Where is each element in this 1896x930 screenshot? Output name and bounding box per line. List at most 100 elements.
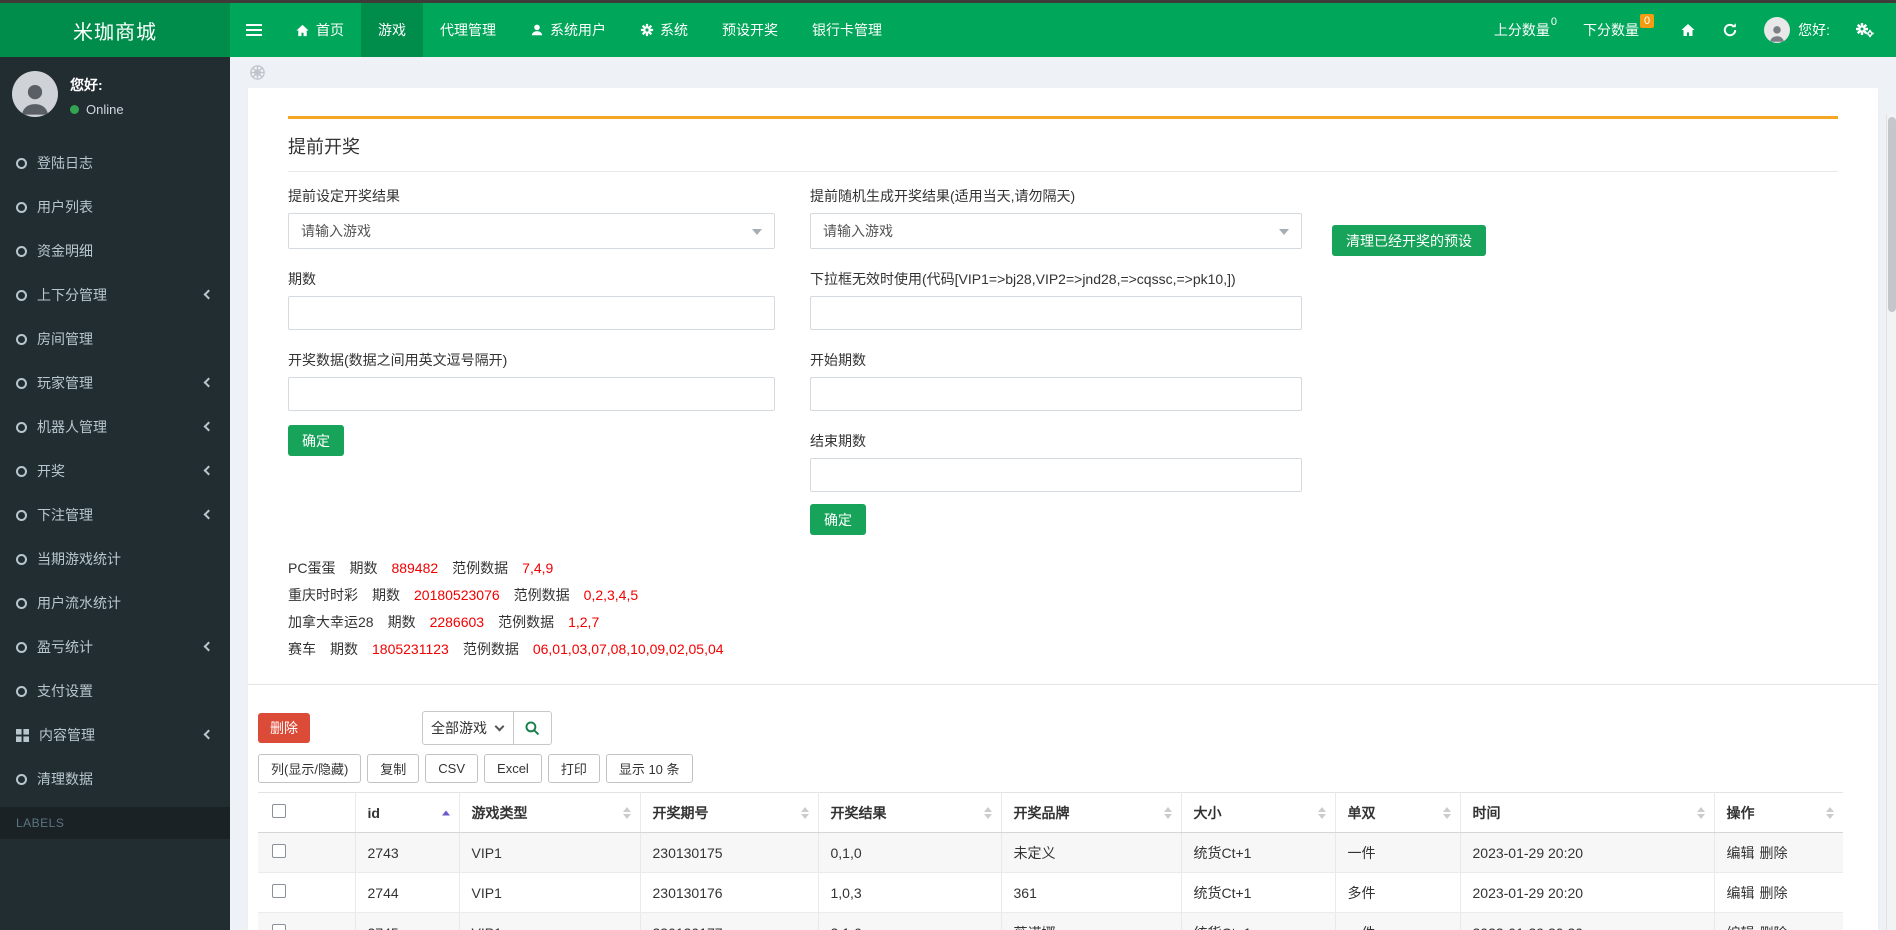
game-filter-select[interactable]: 全部游戏 (422, 711, 514, 745)
column-header-odd-even[interactable]: 单双 (1335, 793, 1460, 833)
sidebar-item-room-management[interactable]: 房间管理 (0, 317, 230, 361)
sidebar-item-bet-management[interactable]: 下注管理 (0, 493, 230, 537)
delete-link[interactable]: 删除 (1760, 925, 1788, 930)
example-line: 重庆时时彩期数20180523076范例数据0,2,3,4,5 (288, 582, 1838, 609)
game-select[interactable]: 请输入游戏 (288, 213, 775, 249)
row-checkbox[interactable] (272, 844, 286, 858)
sidebar-item-content-management[interactable]: 内容管理 (0, 713, 230, 757)
sort-icon (984, 807, 992, 819)
draw-data-label: 开奖数据(数据之间用英文逗号隔开) (288, 350, 775, 370)
column-header-draw-result[interactable]: 开奖结果 (818, 793, 1001, 833)
greeting-label: 您好: (1798, 20, 1830, 40)
sort-icon (623, 807, 631, 819)
chevron-left-icon (204, 642, 214, 652)
page-scrollbar[interactable] (1886, 114, 1896, 930)
sidebar-item-robot-management[interactable]: 机器人管理 (0, 405, 230, 449)
csv-button[interactable]: CSV (425, 754, 478, 783)
nav-item-home[interactable]: 首页 (278, 3, 361, 57)
fallback-code-input[interactable] (810, 296, 1302, 330)
start-period-label: 开始期数 (810, 350, 1302, 370)
edit-link[interactable]: 编辑 (1727, 925, 1755, 930)
sidebar-item-fund-details[interactable]: 资金明细 (0, 229, 230, 273)
nav-item-label: 系统用户 (550, 20, 606, 40)
sidebar-item-clean-data[interactable]: 清理数据 (0, 757, 230, 801)
chevron-left-icon (204, 422, 214, 432)
down-score-label: 下分数量 (1583, 20, 1639, 40)
circle-icon (16, 642, 27, 653)
down-score-link[interactable]: 下分数量 0 (1583, 20, 1654, 40)
column-header-time[interactable]: 时间 (1460, 793, 1714, 833)
sidebar-section-labels: LABELS (0, 807, 230, 839)
refresh-button[interactable] (1722, 22, 1738, 38)
nav-item-system[interactable]: 系统 (623, 3, 705, 57)
gear-outline-icon[interactable] (248, 63, 267, 82)
circle-icon (16, 378, 27, 389)
cogs-icon (1856, 22, 1874, 38)
sort-icon (1164, 807, 1172, 819)
row-checkbox[interactable] (272, 884, 286, 898)
print-button[interactable]: 打印 (548, 754, 600, 783)
home-shortcut-button[interactable] (1680, 22, 1696, 38)
sidebar-item-user-flow-stats[interactable]: 用户流水统计 (0, 581, 230, 625)
sidebar-item-player-management[interactable]: 玩家管理 (0, 361, 230, 405)
scrollbar-thumb[interactable] (1888, 117, 1896, 312)
select-all-checkbox[interactable] (272, 804, 286, 818)
column-header-size[interactable]: 大小 (1181, 793, 1335, 833)
nav-item-preset-draw[interactable]: 预设开奖 (705, 3, 795, 57)
avatar (12, 71, 58, 117)
end-period-input[interactable] (810, 458, 1302, 492)
confirm-button-left[interactable]: 确定 (288, 425, 344, 456)
chevron-down-icon (1279, 229, 1289, 235)
search-button[interactable] (514, 711, 552, 745)
sidebar-item-current-game-stats[interactable]: 当期游戏统计 (0, 537, 230, 581)
sidebar: 您好: Online 登陆日志 用户列表 资金明细 上下分管理 房间管理 玩家管… (0, 57, 230, 930)
results-table-section: 删除 全部游戏 列(显示/隐藏) 复制 CSV (248, 684, 1878, 930)
column-header-draw-number[interactable]: 开奖期号 (640, 793, 818, 833)
nav-item-bank-card-management[interactable]: 银行卡管理 (795, 3, 899, 57)
period-input[interactable] (288, 296, 775, 330)
column-header-id[interactable]: id (355, 793, 459, 833)
sidebar-toggle-icon[interactable] (230, 3, 278, 57)
confirm-button-right[interactable]: 确定 (810, 504, 866, 535)
start-period-input[interactable] (810, 377, 1302, 411)
sort-icon (801, 807, 809, 819)
columns-visibility-button[interactable]: 列(显示/隐藏) (258, 754, 361, 783)
sidebar-item-score-management[interactable]: 上下分管理 (0, 273, 230, 317)
nav-item-label: 系统 (660, 20, 688, 40)
sidebar-item-login-log[interactable]: 登陆日志 (0, 141, 230, 185)
status-dot-icon (70, 105, 79, 114)
nav-item-games[interactable]: 游戏 (361, 3, 423, 57)
column-header-draw-brand[interactable]: 开奖品牌 (1001, 793, 1181, 833)
user-menu[interactable]: 您好: (1764, 17, 1830, 43)
nav-item-agent-management[interactable]: 代理管理 (423, 3, 513, 57)
clear-drawn-presets-button[interactable]: 清理已经开奖的预设 (1332, 225, 1486, 256)
delete-selected-button[interactable]: 删除 (258, 713, 310, 743)
column-header-game-type[interactable]: 游戏类型 (459, 793, 640, 833)
brand-logo[interactable]: 米珈商城 (0, 3, 230, 57)
edit-link[interactable]: 编辑 (1727, 885, 1755, 901)
excel-button[interactable]: Excel (484, 754, 542, 783)
online-status[interactable]: Online (70, 102, 124, 117)
row-checkbox[interactable] (272, 924, 286, 930)
chevron-down-icon (752, 229, 762, 235)
sidebar-item-user-list[interactable]: 用户列表 (0, 185, 230, 229)
chevron-left-icon (204, 510, 214, 520)
copy-button[interactable]: 复制 (367, 754, 419, 783)
sort-icon (1318, 807, 1326, 819)
sidebar-item-payment-settings[interactable]: 支付设置 (0, 669, 230, 713)
edit-link[interactable]: 编辑 (1727, 845, 1755, 861)
delete-link[interactable]: 删除 (1760, 845, 1788, 861)
column-header-actions[interactable]: 操作 (1714, 793, 1843, 833)
chevron-left-icon (204, 730, 214, 740)
sidebar-item-profit-loss-stats[interactable]: 盈亏统计 (0, 625, 230, 669)
draw-data-input[interactable] (288, 377, 775, 411)
page-length-button[interactable]: 显示 10 条 (606, 754, 693, 783)
settings-menu-button[interactable] (1856, 22, 1874, 38)
up-score-link[interactable]: 上分数量 0 (1494, 20, 1557, 40)
circle-icon (16, 202, 27, 213)
nav-item-system-users[interactable]: 系统用户 (513, 3, 623, 57)
sidebar-item-draw[interactable]: 开奖 (0, 449, 230, 493)
random-game-select[interactable]: 请输入游戏 (810, 213, 1302, 249)
refresh-icon (1722, 22, 1738, 38)
delete-link[interactable]: 删除 (1760, 885, 1788, 901)
